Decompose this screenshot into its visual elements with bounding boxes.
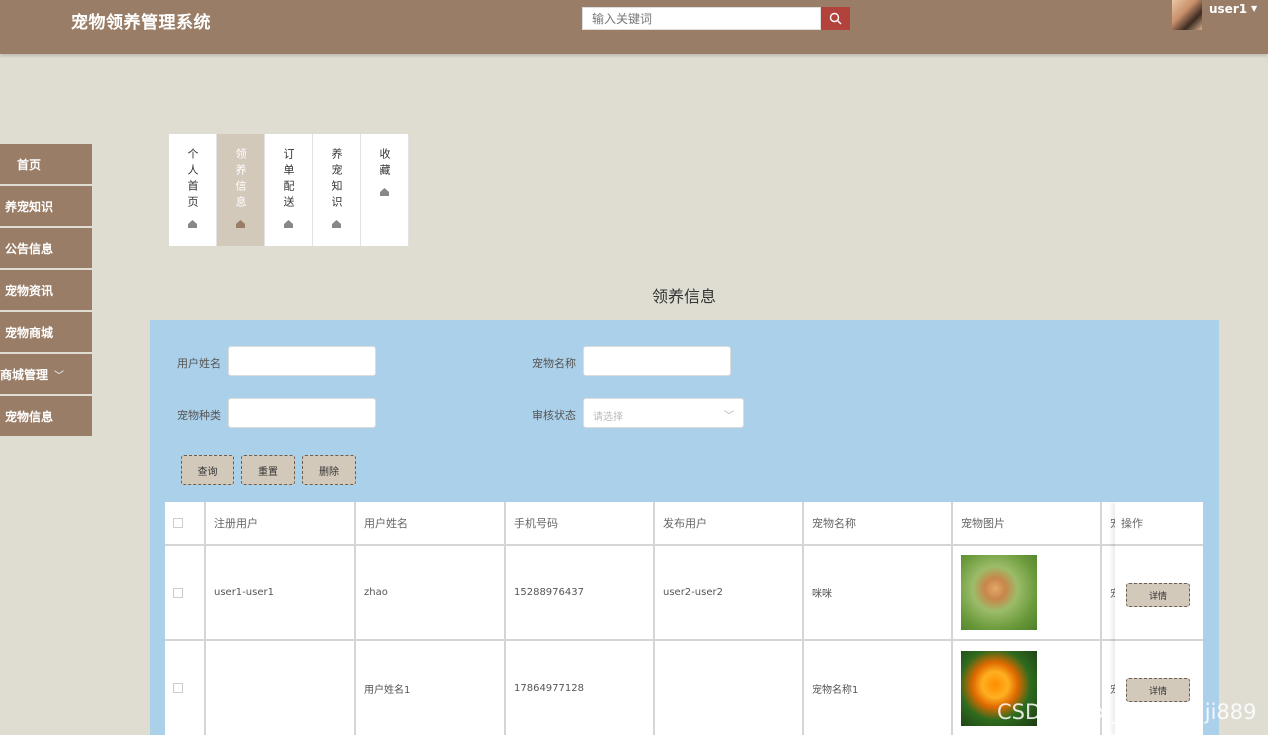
tab-adoption[interactable]: 领养信息: [217, 134, 265, 246]
tab-favorites[interactable]: 收藏: [361, 134, 409, 246]
search-icon: [829, 12, 842, 25]
chevron-down-icon: ﹀: [54, 370, 65, 382]
user-name-label: 用户姓名: [177, 357, 221, 370]
sidebar: 首页 养宠知识 公告信息 宠物资讯 宠物商城 商城管理 ﹀ 宠物信息: [0, 144, 92, 438]
table-cell: 用户姓名1: [356, 641, 506, 735]
app-title: 宠物领养管理系统: [71, 13, 211, 33]
row-checkbox[interactable]: [173, 683, 183, 693]
home-icon: [332, 220, 341, 228]
column-header[interactable]: 手机号码: [506, 502, 655, 546]
column-header[interactable]: 操作: [1115, 502, 1203, 546]
sidebar-item-label: 宠物商城: [5, 325, 54, 340]
tab-profile[interactable]: 个人首页: [169, 134, 217, 246]
sidebar-item-label: 宠物资讯: [5, 283, 54, 298]
tab-label: 收藏: [378, 148, 391, 180]
detail-button[interactable]: 详情: [1126, 678, 1190, 702]
sidebar-item-label: 养宠知识: [5, 199, 54, 214]
sidebar-item-news[interactable]: 宠物资讯: [0, 270, 92, 310]
tab-label: 养宠知识: [330, 148, 343, 212]
avatar[interactable]: [1172, 0, 1202, 30]
pet-type-input[interactable]: [228, 398, 376, 428]
delete-button[interactable]: 删除: [302, 455, 356, 485]
row-checkbox-cell: [165, 546, 206, 641]
row-checkbox-cell: [165, 641, 206, 735]
table-cell: zhao: [356, 546, 506, 641]
column-header[interactable]: 发布用户: [655, 502, 804, 546]
table-cell: [206, 641, 356, 735]
search-input[interactable]: [582, 7, 821, 30]
home-icon: [380, 188, 389, 196]
column-header[interactable]: 用户姓名: [356, 502, 506, 546]
sidebar-item-notices[interactable]: 公告信息: [0, 228, 92, 268]
select-all-checkbox[interactable]: [173, 518, 183, 528]
review-status-label: 审核状态: [532, 409, 576, 422]
row-checkbox[interactable]: [173, 587, 183, 598]
select-placeholder: 请选择: [593, 412, 623, 423]
header-checkbox-cell: [165, 502, 206, 546]
watermark: CSDN @vx_danpianji889: [997, 700, 1257, 724]
sidebar-item-home[interactable]: 首页: [0, 144, 92, 184]
sidebar-item-label: 宠物信息: [5, 409, 54, 424]
reset-button[interactable]: 重置: [241, 455, 295, 485]
home-icon: [188, 220, 197, 228]
sidebar-item-pets[interactable]: 宠物信息: [0, 396, 92, 436]
sidebar-item-mall-admin[interactable]: 商城管理 ﹀: [0, 354, 92, 394]
tab-delivery[interactable]: 订单配送: [265, 134, 313, 246]
detail-button[interactable]: 详情: [1126, 583, 1190, 607]
pet-image-cell: [953, 546, 1102, 641]
sidebar-item-label: 商城管理: [0, 367, 49, 382]
tab-knowledge[interactable]: 养宠知识: [313, 134, 361, 246]
table-cell: user2-user2: [655, 546, 804, 641]
review-status-select[interactable]: 请选择 ﹀: [583, 398, 744, 428]
table-cell: 宠物名称1: [804, 641, 953, 735]
pet-type-label: 宠物种类: [177, 409, 221, 422]
column-header[interactable]: 注册用户: [206, 502, 356, 546]
pet-name-input[interactable]: [583, 346, 731, 376]
tab-bar: 个人首页 领养信息 订单配送 养宠知识 收藏: [169, 134, 409, 246]
user-name-input[interactable]: [228, 346, 376, 376]
tab-label: 订单配送: [282, 148, 295, 212]
query-button[interactable]: 查询: [181, 455, 234, 485]
sidebar-item-label: 公告信息: [5, 241, 54, 256]
home-icon: [284, 220, 293, 228]
caret-down-icon[interactable]: ▼: [1251, 4, 1257, 13]
tab-label: 个人首页: [186, 148, 199, 212]
table-cell: [655, 641, 804, 735]
sidebar-item-mall[interactable]: 宠物商城: [0, 312, 92, 352]
username[interactable]: user1: [1209, 2, 1247, 16]
pet-name-label: 宠物名称: [532, 357, 576, 370]
sidebar-item-label: 首页: [17, 157, 42, 172]
table-cell: 17864977128: [506, 641, 655, 735]
top-header: 宠物领养管理系统 user1 ▼: [0, 0, 1268, 54]
column-header[interactable]: 宠物图片: [953, 502, 1102, 546]
page-title: 领养信息: [651, 287, 716, 306]
home-icon: [236, 220, 245, 228]
table-cell: 咪咪: [804, 546, 953, 641]
search-button[interactable]: [821, 7, 850, 30]
table-cell: user1-user1: [206, 546, 356, 641]
pet-image[interactable]: [961, 555, 1037, 630]
column-header[interactable]: 宠物名称: [804, 502, 953, 546]
tab-label: 领养信息: [234, 148, 247, 212]
sidebar-item-knowledge[interactable]: 养宠知识: [0, 186, 92, 226]
chevron-down-icon: ﹀: [724, 411, 734, 422]
table-cell: 15288976437: [506, 546, 655, 641]
